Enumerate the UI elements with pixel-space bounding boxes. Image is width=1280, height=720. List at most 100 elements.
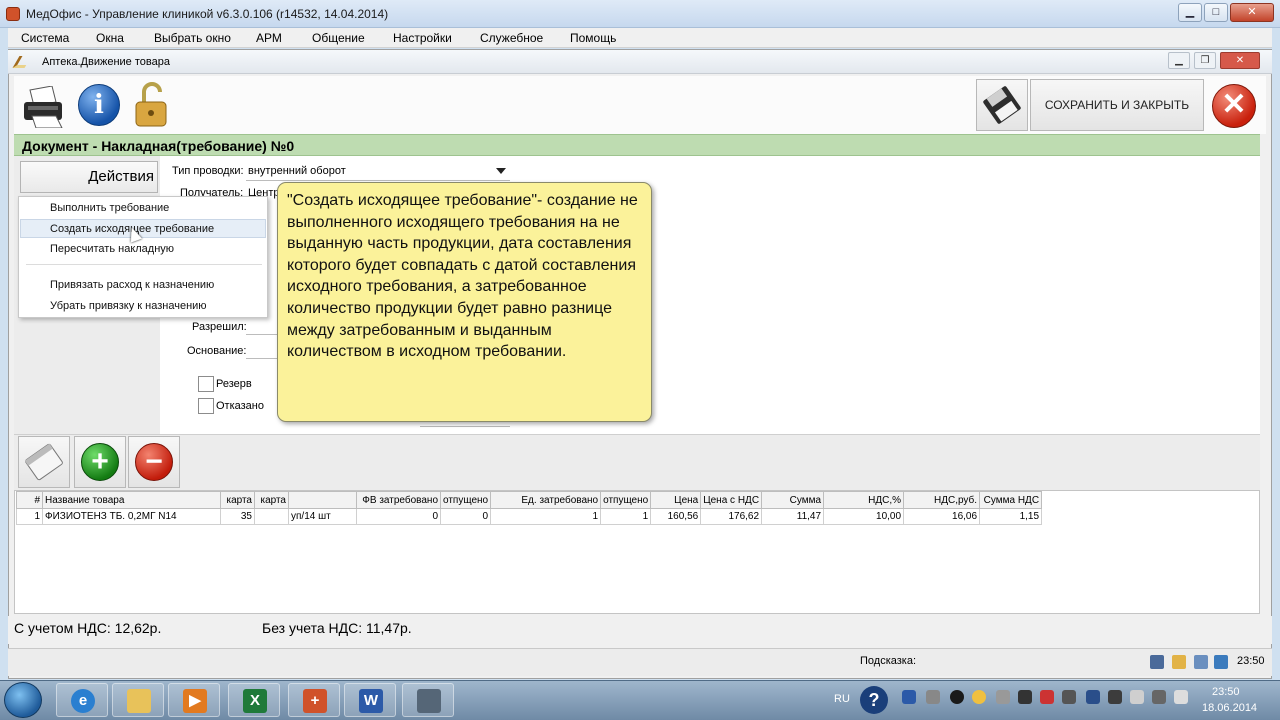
window-icon[interactable] <box>1214 655 1228 669</box>
tray-icon[interactable] <box>902 690 916 704</box>
refused-checkbox[interactable] <box>198 398 214 414</box>
tray-icon[interactable] <box>1108 690 1122 704</box>
clock-date[interactable]: 18.06.2014 <box>1202 702 1257 714</box>
help-tooltip: "Создать исходящее требование"- создание… <box>277 182 652 422</box>
tray-icon[interactable] <box>1040 690 1054 704</box>
col-header[interactable]: Ед. затребовано <box>490 491 602 509</box>
menu-service[interactable]: Служебное <box>480 31 543 45</box>
col-header[interactable]: Цена <box>650 491 702 509</box>
hint-label: Подсказка: <box>860 655 917 667</box>
add-item-button[interactable]: + <box>74 436 126 488</box>
notepad-icon <box>24 443 63 481</box>
table-cell: 16,06 <box>903 508 981 525</box>
save-and-close-button[interactable]: СОХРАНИТЬ И ЗАКРЫТЬ <box>1030 79 1204 131</box>
taskbar-explorer[interactable] <box>112 683 164 717</box>
menu-system[interactable]: Система <box>21 31 69 45</box>
status-time: 23:50 <box>1237 655 1265 667</box>
reserve-label: Резерв <box>216 378 252 390</box>
remove-item-button[interactable]: − <box>128 436 180 488</box>
keyboard-language[interactable]: RU <box>834 693 850 705</box>
col-header[interactable]: ФВ затребовано <box>356 491 441 509</box>
document-icon[interactable] <box>1194 655 1208 669</box>
grid-toolbar <box>14 434 1260 490</box>
clock-time[interactable]: 23:50 <box>1212 686 1240 698</box>
reserve-checkbox[interactable] <box>198 376 214 392</box>
taskbar-excel[interactable]: X <box>228 683 280 717</box>
col-header[interactable]: отпущено <box>600 491 652 509</box>
save-button[interactable] <box>976 79 1028 131</box>
basis-label: Основание: <box>187 345 247 357</box>
table-header-row: # Название товара карта карта ФВ затребо… <box>16 491 1043 509</box>
form-divider <box>420 426 510 427</box>
printer-icon[interactable] <box>22 86 66 128</box>
tray-icon[interactable] <box>972 690 986 704</box>
col-header[interactable]: карта <box>254 491 289 509</box>
word-processor-icon: W <box>359 689 383 713</box>
actions-button[interactable]: Действия <box>20 161 158 193</box>
unlock-icon[interactable] <box>134 82 170 128</box>
type-value[interactable]: внутренний оборот <box>248 165 346 177</box>
inner-close-button[interactable]: ✕ <box>1220 52 1260 69</box>
chevron-down-icon[interactable] <box>496 168 506 174</box>
menu-select-window[interactable]: Выбрать окно <box>154 31 231 45</box>
media-player-icon: ▶ <box>183 689 207 713</box>
network-icon[interactable] <box>1130 690 1144 704</box>
tray-icon[interactable] <box>950 690 964 704</box>
plus-icon: + <box>81 443 119 481</box>
app-title-bar[interactable]: МедОфис - Управление клиникой v6.3.0.106… <box>0 0 1280 28</box>
col-header[interactable]: отпущено <box>439 491 492 509</box>
table-cell: 11,47 <box>761 508 825 525</box>
table-cell: 176,62 <box>700 508 763 525</box>
col-header[interactable] <box>288 491 357 509</box>
maximize-button[interactable]: □ <box>1204 3 1228 22</box>
taskbar-medoffice[interactable]: + <box>288 683 340 717</box>
bluetooth-icon[interactable] <box>1086 690 1100 704</box>
menu-item-execute-request[interactable]: Выполнить требование <box>50 202 169 214</box>
menu-item-unlink-expense[interactable]: Убрать привязку к назначению <box>50 300 207 312</box>
inner-minimize-button[interactable]: ▁ <box>1168 52 1190 69</box>
inner-title-bar[interactable]: Аптека.Движение товара <box>8 50 1272 74</box>
tray-icon[interactable] <box>926 690 940 704</box>
type-underline <box>246 180 510 181</box>
table-cell: 1,15 <box>979 508 1043 525</box>
tray-icon[interactable] <box>996 690 1010 704</box>
tray-icon[interactable] <box>1062 690 1076 704</box>
calculator-icon[interactable] <box>1150 655 1164 669</box>
close-document-icon[interactable]: ✕ <box>1212 84 1256 128</box>
volume-icon[interactable] <box>1174 690 1188 704</box>
totals-bar <box>8 616 1272 644</box>
minimize-button[interactable]: ▁ <box>1178 3 1202 22</box>
inner-maximize-button[interactable]: ❐ <box>1194 52 1216 69</box>
menu-help[interactable]: Помощь <box>570 31 616 45</box>
menu-windows[interactable]: Окна <box>96 31 124 45</box>
total-without-vat: Без учета НДС: 11,47р. <box>262 620 412 636</box>
menu-item-link-expense[interactable]: Привязать расход к назначению <box>50 279 214 291</box>
taskbar-remote[interactable] <box>402 683 454 717</box>
notepad-icon[interactable] <box>1172 655 1186 669</box>
menu-arm[interactable]: АРМ <box>256 31 282 45</box>
col-header[interactable]: Сумма <box>761 491 825 509</box>
menu-settings[interactable]: Настройки <box>393 31 452 45</box>
col-header[interactable]: НДС,% <box>823 491 905 509</box>
menu-item-recalculate-invoice[interactable]: Пересчитать накладную <box>50 243 174 255</box>
tray-icon[interactable] <box>1018 690 1032 704</box>
tray-icon[interactable] <box>1152 690 1166 704</box>
table-cell: 10,00 <box>823 508 905 525</box>
col-header[interactable]: Сумма НДС <box>979 491 1043 509</box>
col-header[interactable]: карта <box>220 491 255 509</box>
table-row[interactable]: 1 ФИЗИОТЕНЗ ТБ. 0,2МГ N14 35 уп/14 шт 0 … <box>16 508 1043 525</box>
start-button[interactable] <box>4 682 42 718</box>
edit-item-button[interactable] <box>18 436 70 488</box>
col-header[interactable]: НДС,руб. <box>903 491 981 509</box>
col-header[interactable]: Цена с НДС <box>700 491 763 509</box>
col-header[interactable]: # <box>16 491 43 509</box>
taskbar-word[interactable]: W <box>344 683 396 717</box>
col-header[interactable]: Название товара <box>42 491 221 509</box>
help-icon[interactable]: ? <box>860 686 888 714</box>
menu-communication[interactable]: Общение <box>312 31 365 45</box>
document-header: Документ - Накладная(требование) №0 <box>14 134 1260 156</box>
info-icon[interactable]: i <box>78 84 120 126</box>
taskbar-browser[interactable]: e <box>56 683 108 717</box>
taskbar-media[interactable]: ▶ <box>168 683 220 717</box>
close-button[interactable]: ✕ <box>1230 3 1274 22</box>
